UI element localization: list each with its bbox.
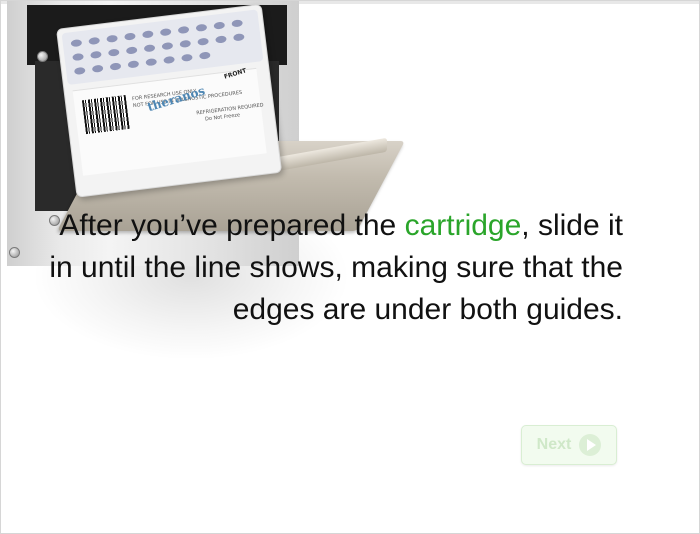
caption-highlight: cartridge (404, 209, 522, 242)
caption-part-1: After you’ve prepared the (59, 209, 405, 242)
slide-frame: FOR RESEARCH USE ONLY NOT FOR USE IN DIA… (0, 0, 700, 534)
well-icon (179, 39, 192, 49)
well-icon (127, 60, 140, 69)
play-circle-icon (579, 434, 602, 456)
cartridge-label: FOR RESEARCH USE ONLY NOT FOR USE IN DIA… (72, 67, 267, 176)
well-icon (232, 33, 245, 42)
well-icon (125, 46, 138, 55)
well-icon (143, 44, 156, 53)
well-icon (231, 19, 244, 28)
screw-icon (37, 51, 48, 62)
well-icon (159, 28, 172, 37)
well-icon (72, 52, 84, 62)
well-icon (91, 64, 104, 73)
next-button[interactable]: Next (521, 425, 617, 465)
well-icon (213, 21, 226, 30)
well-icon (124, 32, 136, 41)
well-icon (161, 41, 174, 51)
well-icon (73, 66, 86, 76)
well-icon (70, 38, 83, 48)
well-icon (177, 25, 190, 35)
well-icon (195, 23, 208, 32)
well-icon (145, 57, 158, 67)
well-icon (106, 34, 118, 43)
well-icon (90, 50, 102, 59)
cartridge: FOR RESEARCH USE ONLY NOT FOR USE IN DIA… (56, 3, 283, 198)
screw-icon (9, 247, 20, 258)
well-icon (198, 51, 211, 60)
instruction-caption: After you’ve prepared the cartridge, sli… (41, 205, 623, 331)
next-button-label: Next (536, 436, 572, 453)
well-icon (163, 55, 175, 65)
well-icon (197, 37, 210, 46)
well-icon (141, 30, 154, 39)
well-icon (109, 62, 122, 71)
barcode-icon (81, 95, 130, 135)
well-icon (107, 48, 120, 57)
well-icon (181, 53, 193, 62)
well-icon (88, 36, 101, 46)
well-icon (215, 35, 227, 44)
